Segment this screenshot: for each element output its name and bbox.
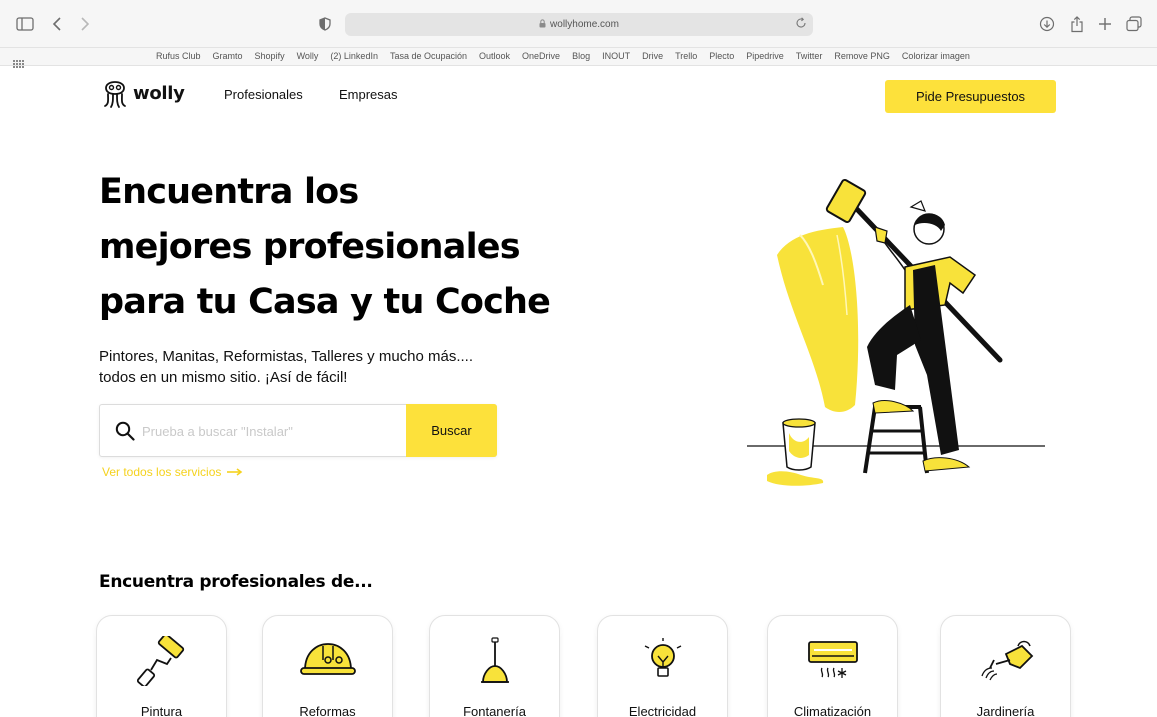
search-box: Buscar: [99, 404, 497, 457]
light-bulb-icon: [598, 636, 727, 686]
bookmark-item[interactable]: OneDrive: [522, 51, 560, 61]
category-label: Jardinería: [976, 704, 1035, 717]
search-input[interactable]: [142, 417, 397, 445]
category-label: Pintura: [140, 704, 183, 717]
categories-title: Encuentra profesionales de...: [99, 572, 373, 592]
category-label: Fontanería: [463, 704, 526, 717]
all-services-label: Ver todos los servicios: [102, 465, 222, 479]
category-label: Climatización: [793, 704, 872, 717]
bookmark-item[interactable]: Shopify: [255, 51, 285, 61]
request-quote-button[interactable]: Pide Presupuestos: [885, 80, 1056, 113]
download-icon[interactable]: [1039, 14, 1055, 34]
forward-icon[interactable]: [80, 14, 90, 34]
share-icon[interactable]: [1070, 14, 1084, 34]
category-label: Reformas: [299, 704, 356, 717]
bookmark-list: Rufus Club Gramto Shopify Wolly (2) Link…: [156, 51, 970, 61]
browser-toolbar: wollyhome.com: [0, 0, 1157, 48]
tab-overview-icon[interactable]: [1126, 14, 1142, 34]
search-button[interactable]: Buscar: [406, 404, 497, 457]
bookmark-item[interactable]: Wolly: [297, 51, 319, 61]
category-card-reformas[interactable]: Reformas: [262, 615, 393, 717]
bookmark-item[interactable]: Drive: [642, 51, 663, 61]
bookmark-item[interactable]: Gramto: [213, 51, 243, 61]
category-label: Electricidad: [628, 704, 697, 717]
category-card-electricidad[interactable]: Electricidad: [597, 615, 728, 717]
lock-icon: [539, 19, 546, 30]
bookmark-item[interactable]: Plecto: [709, 51, 734, 61]
paint-roller-icon: [97, 636, 226, 686]
headline-line: para tu Casa y tu Coche: [99, 282, 551, 322]
privacy-shield-icon[interactable]: [319, 14, 331, 34]
arrow-right-icon: [227, 468, 243, 476]
apps-grid-icon[interactable]: [13, 53, 24, 72]
bookmark-item[interactable]: INOUT: [602, 51, 630, 61]
bookmarks-bar: Rufus Club Gramto Shopify Wolly (2) Link…: [0, 48, 1157, 68]
category-card-fontaneria[interactable]: Fontanería: [429, 615, 560, 717]
bookmark-item[interactable]: Outlook: [479, 51, 510, 61]
headline-line: mejores profesionales: [99, 227, 521, 267]
subtext-line: todos en un mismo sitio. ¡Así de fácil!: [99, 369, 348, 386]
bookmark-item[interactable]: Trello: [675, 51, 697, 61]
hero-subtext: Pintores, Manitas, Reformistas, Talleres…: [99, 346, 569, 388]
bookmark-item[interactable]: Blog: [572, 51, 590, 61]
nav-link-empresas[interactable]: Empresas: [339, 87, 398, 102]
category-card-jardineria[interactable]: Jardinería: [940, 615, 1071, 717]
hard-hat-icon: [263, 636, 392, 682]
category-card-climatizacion[interactable]: Climatización: [767, 615, 898, 717]
headline-line: Encuentra los: [99, 172, 359, 212]
bookmark-item[interactable]: (2) LinkedIn: [330, 51, 378, 61]
hero-headline: Encuentra los mejores profesionales para…: [99, 165, 699, 330]
watering-can-icon: [941, 636, 1070, 682]
new-tab-icon[interactable]: [1098, 14, 1112, 34]
bookmark-item[interactable]: Twitter: [796, 51, 823, 61]
subtext-line: Pintores, Manitas, Reformistas, Talleres…: [99, 348, 474, 365]
logo-text: wolly: [133, 82, 185, 104]
reload-icon[interactable]: [795, 17, 807, 32]
bookmark-item[interactable]: Pipedrive: [746, 51, 784, 61]
address-bar[interactable]: wollyhome.com: [345, 13, 813, 36]
bookmark-item[interactable]: Colorizar imagen: [902, 51, 970, 61]
bookmark-item[interactable]: Rufus Club: [156, 51, 201, 61]
category-card-pintura[interactable]: Pintura: [96, 615, 227, 717]
painter-illustration: [745, 175, 1050, 494]
plunger-icon: [430, 636, 559, 688]
all-services-link[interactable]: Ver todos los servicios: [102, 465, 243, 479]
air-conditioner-icon: [768, 636, 897, 682]
wolly-logo[interactable]: wolly: [100, 76, 185, 110]
octopus-logo-icon: [104, 81, 126, 108]
nav-link-profesionales[interactable]: Profesionales: [224, 87, 303, 102]
url-text: wollyhome.com: [550, 19, 619, 30]
sidebar-toggle-icon[interactable]: [16, 14, 34, 34]
bookmark-item[interactable]: Remove PNG: [834, 51, 890, 61]
back-icon[interactable]: [52, 14, 62, 34]
search-icon: [115, 421, 135, 445]
bookmark-item[interactable]: Tasa de Ocupación: [390, 51, 467, 61]
